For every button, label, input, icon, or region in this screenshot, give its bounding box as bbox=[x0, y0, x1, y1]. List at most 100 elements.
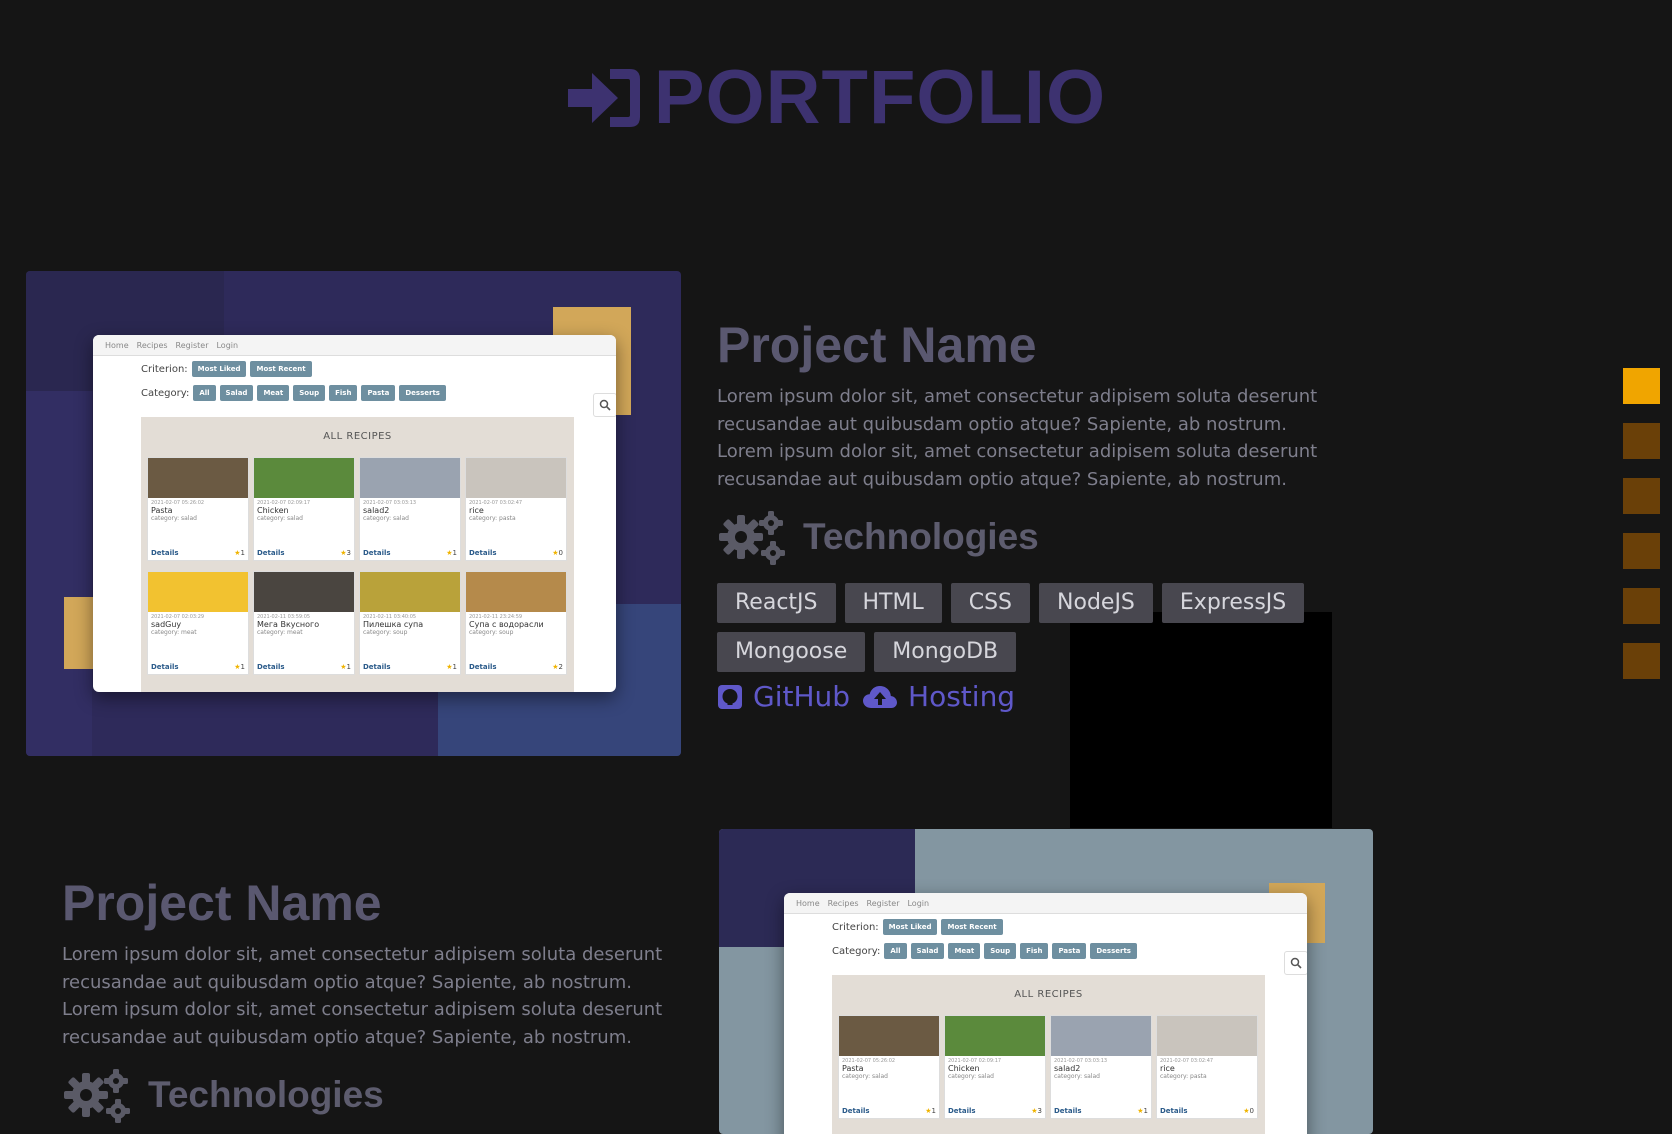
recipe-name: rice bbox=[469, 506, 484, 515]
project-screenshot[interactable]: Home Recipes Register Login Criterion: M… bbox=[26, 271, 681, 756]
browser-preview: Home Recipes Register Login Criterion: M… bbox=[93, 335, 616, 692]
category-chip: Salad bbox=[910, 943, 945, 959]
recipe-likes: ★1 bbox=[1137, 1107, 1148, 1115]
recipe-details: Details bbox=[1160, 1107, 1188, 1115]
recipe-category: category: soup bbox=[469, 629, 514, 636]
recipe-name: Мега Вкусного bbox=[257, 620, 320, 629]
section-nav-dot-2[interactable] bbox=[1623, 423, 1660, 459]
project-description: Lorem ipsum dolor sit, amet consectetur … bbox=[62, 944, 663, 1048]
project-screenshot[interactable]: Home Recipes Register Login Criterion: M… bbox=[719, 829, 1373, 1134]
search-icon bbox=[593, 393, 616, 417]
recipe-details: Details bbox=[363, 549, 391, 557]
recipe-card: 2021-02-07 03:03:13 salad2 category: sal… bbox=[359, 457, 461, 561]
recipe-category: category: salad bbox=[1054, 1073, 1100, 1080]
recipe-card: 2021-02-07 03:02:47 rice category: pasta… bbox=[1156, 1015, 1258, 1119]
recipe-card: 2021-02-07 02:09:17 Chicken category: sa… bbox=[944, 1015, 1046, 1119]
recipe-likes: ★0 bbox=[552, 549, 563, 557]
recipe-details: Details bbox=[469, 663, 497, 671]
category-label: Category: bbox=[141, 387, 190, 399]
recipe-likes: ★3 bbox=[340, 549, 351, 557]
recipe-details: Details bbox=[257, 549, 285, 557]
github-label: GitHub bbox=[753, 680, 851, 713]
recipe-likes: ★1 bbox=[340, 663, 351, 671]
recipe-name: salad2 bbox=[363, 506, 390, 515]
recipe-date: 2021-02-07 05:26:02 bbox=[151, 500, 205, 506]
recipe-category: category: pasta bbox=[469, 515, 516, 522]
gears-icon bbox=[719, 511, 785, 565]
category-chip: Meat bbox=[257, 385, 290, 401]
recipes-panel: ALL RECIPES 2021-02-07 05:26:02 Pasta ca… bbox=[832, 975, 1265, 1134]
recipe-details: Details bbox=[948, 1107, 976, 1115]
tech-tag: HTML bbox=[844, 583, 942, 623]
page-title: PORTFOLIO bbox=[653, 55, 1107, 140]
tech-tag: CSS bbox=[950, 583, 1031, 623]
preview-nav-item: Home bbox=[796, 898, 820, 908]
preview-nav: Home Recipes Register Login bbox=[93, 335, 616, 356]
recipe-name: Chicken bbox=[257, 506, 289, 515]
recipe-details: Details bbox=[151, 549, 179, 557]
recipe-name: sadGuy bbox=[151, 620, 182, 629]
recipe-name: salad2 bbox=[1054, 1064, 1081, 1073]
tech-tag: ReactJS bbox=[717, 583, 836, 623]
hosting-link[interactable]: Hosting bbox=[862, 680, 1015, 713]
recipe-image bbox=[466, 458, 566, 498]
github-link[interactable]: GitHub bbox=[717, 680, 850, 713]
preview-nav-item: Login bbox=[907, 898, 930, 908]
recipe-date: 2021-02-07 02:03:29 bbox=[151, 614, 205, 620]
category-chip: Pasta bbox=[1052, 943, 1087, 959]
recipe-date: 2021-02-11 23:24:59 bbox=[469, 614, 523, 620]
recipe-category: category: meat bbox=[151, 629, 197, 636]
recipe-category: category: pasta bbox=[1160, 1073, 1207, 1080]
section-nav-dot-6[interactable] bbox=[1623, 643, 1660, 679]
category-row: Category: All Salad Meat Soup Fish Pasta… bbox=[832, 943, 1137, 959]
recipe-details: Details bbox=[469, 549, 497, 557]
recipe-date: 2021-02-07 03:02:47 bbox=[1160, 1058, 1214, 1064]
recipe-likes: ★1 bbox=[925, 1107, 936, 1115]
criterion-label: Criterion: bbox=[832, 921, 879, 933]
preview-nav-item: Recipes bbox=[827, 898, 859, 908]
sign-in-icon bbox=[567, 69, 640, 127]
recipe-name: Chicken bbox=[948, 1064, 980, 1073]
section-nav-dot-3[interactable] bbox=[1623, 478, 1660, 514]
project-links: GitHub Hosting bbox=[717, 680, 1015, 713]
preview-nav-item: Recipes bbox=[136, 340, 168, 350]
recipe-likes: ★0 bbox=[1243, 1107, 1254, 1115]
decor-block bbox=[26, 391, 92, 756]
preview-nav: Home Recipes Register Login bbox=[784, 893, 1307, 914]
category-row: Category: All Salad Meat Soup Fish Pasta… bbox=[141, 385, 446, 401]
criterion-row: Criterion: Most Liked Most Recent bbox=[141, 361, 312, 377]
section-nav-dot-5[interactable] bbox=[1623, 588, 1660, 624]
gears-icon bbox=[64, 1069, 130, 1123]
category-chip: Soup bbox=[293, 385, 326, 401]
category-chip: Meat bbox=[948, 943, 981, 959]
category-chip: Salad bbox=[219, 385, 254, 401]
category-chip: All bbox=[884, 943, 907, 959]
recipe-card: 2021-02-07 03:03:13 salad2 category: sal… bbox=[1050, 1015, 1152, 1119]
technologies-label: Technologies bbox=[803, 516, 1039, 557]
technologies-heading: Technologies bbox=[62, 1067, 384, 1123]
recipe-date: 2021-02-07 03:03:13 bbox=[363, 500, 417, 506]
search-icon bbox=[1284, 951, 1307, 975]
recipe-image bbox=[360, 572, 460, 612]
recipe-image bbox=[945, 1016, 1045, 1056]
tech-tag: NodeJS bbox=[1039, 583, 1153, 623]
criterion-chip: Most Liked bbox=[191, 361, 247, 377]
recipe-image bbox=[466, 572, 566, 612]
section-nav-dot-1[interactable] bbox=[1623, 368, 1660, 404]
recipe-date: 2021-02-07 02:09:17 bbox=[948, 1058, 1002, 1064]
recipe-card: 2021-02-07 02:09:17 Chicken category: sa… bbox=[253, 457, 355, 561]
decor-block bbox=[64, 597, 94, 669]
github-icon bbox=[718, 684, 742, 709]
recipe-likes: ★2 bbox=[552, 663, 563, 671]
recipe-details: Details bbox=[1054, 1107, 1082, 1115]
tech-tag: Mongoose bbox=[717, 632, 866, 672]
browser-preview: Home Recipes Register Login Criterion: M… bbox=[784, 893, 1307, 1134]
recipe-card: 2021-02-11 03:40:05 Пилешка супа categor… bbox=[359, 571, 461, 675]
section-nav-dot-4[interactable] bbox=[1623, 533, 1660, 569]
recipe-card: 2021-02-07 05:26:02 Pasta category: sala… bbox=[147, 457, 249, 561]
recipe-likes: ★1 bbox=[234, 549, 245, 557]
recipe-date: 2021-02-11 03:40:05 bbox=[363, 614, 417, 620]
recipe-date: 2021-02-07 05:26:02 bbox=[842, 1058, 896, 1064]
criterion-chip: Most Recent bbox=[941, 919, 1003, 935]
recipe-category: category: soup bbox=[363, 629, 408, 636]
